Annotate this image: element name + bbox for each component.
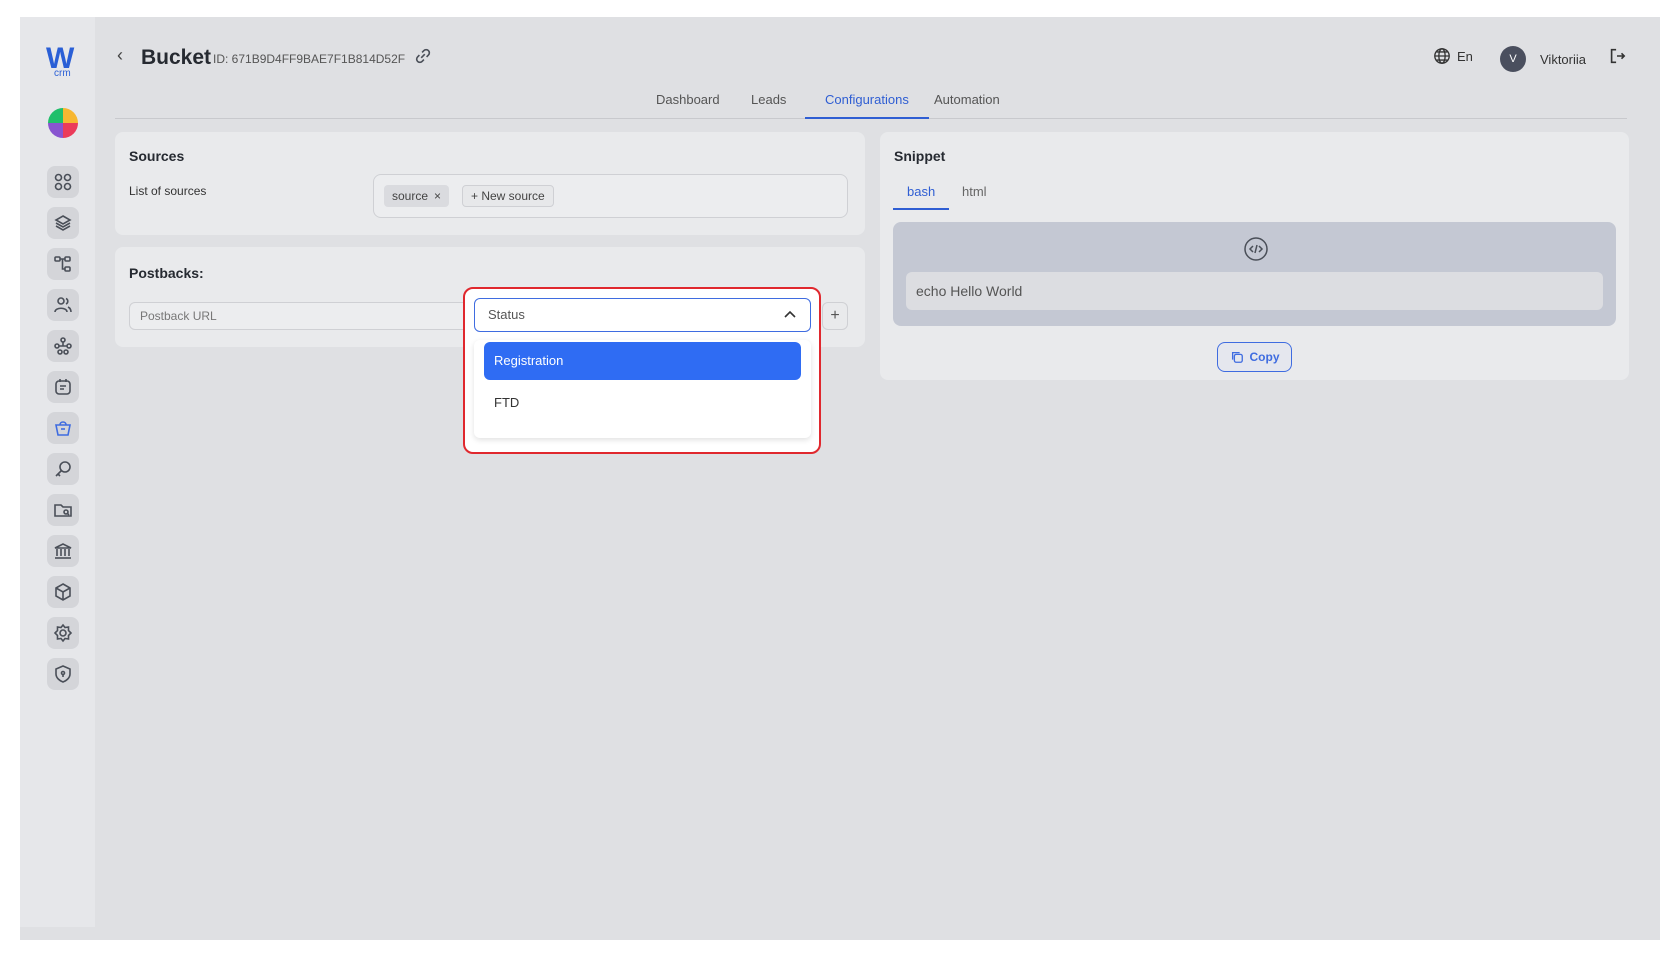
status-option-ftd[interactable]: FTD [484,384,801,422]
bank-icon[interactable] [47,535,79,567]
code-block: echo Hello World [893,222,1616,326]
tab-dashboard[interactable]: Dashboard [656,89,720,119]
copy-button[interactable]: Copy [1217,342,1292,372]
status-dropdown-panel: Status Registration FTD [463,287,821,454]
basket-icon[interactable] [47,412,79,444]
globe-icon [1434,48,1450,64]
link-icon[interactable] [414,47,432,65]
code-icon [1244,237,1268,261]
sources-card: Sources List of sources source × + New s… [115,132,865,235]
list-of-sources-label: List of sources [129,184,207,198]
tab-leads[interactable]: Leads [751,89,786,119]
logout-icon[interactable] [1608,47,1626,65]
copy-icon [1231,351,1243,363]
source-chip-label: source [392,189,429,203]
users-icon[interactable] [47,289,79,321]
hierarchy-icon[interactable] [47,248,79,280]
tab-automation[interactable]: Automation [934,89,1000,119]
folder-search-icon[interactable] [47,494,79,526]
network-icon[interactable] [47,330,79,362]
source-chip[interactable]: source × [384,185,450,207]
snippet-tab-bash[interactable]: bash [893,184,950,210]
status-option-registration[interactable]: Registration [484,342,801,380]
shield-icon[interactable] [47,658,79,690]
app-frame: Wcrm ‹ Bucket ID: 671B9D4FF9BAE7F1B814D5… [20,17,1660,940]
status-select[interactable]: Status [474,298,811,332]
code-text: echo Hello World [906,272,1603,310]
new-source-button[interactable]: + New source [462,185,554,207]
bucket-id: ID: 671B9D4FF9BAE7F1B814D52F [213,52,406,66]
colorful-pie-icon[interactable] [48,108,78,138]
cube-icon[interactable] [47,576,79,608]
sources-input[interactable]: source × + New source [373,174,848,218]
key-search-icon[interactable] [47,453,79,485]
layers-icon[interactable] [47,207,79,239]
sources-title: Sources [129,148,185,164]
back-chevron-icon[interactable]: ‹ [117,45,123,66]
avatar[interactable]: V [1500,46,1526,72]
snippet-title: Snippet [894,148,946,164]
add-postback-button[interactable]: + [822,302,848,330]
language-switcher[interactable]: En [1433,47,1473,65]
new-source-label: + New source [471,189,545,203]
page-title: Bucket [141,46,212,69]
postback-url-input[interactable]: Postback URL [129,302,469,330]
document-badge-icon[interactable] [47,371,79,403]
snippet-tab-html[interactable]: html [962,184,987,210]
dashboard-grid-icon[interactable] [47,166,79,198]
postbacks-title: Postbacks: [129,265,204,281]
remove-chip-icon[interactable]: × [434,185,441,207]
w-crm-logo[interactable]: Wcrm [44,42,84,82]
chevron-up-icon [784,310,796,318]
main-tabs: Dashboard Leads Configurations Automatio… [115,89,1627,119]
copy-label: Copy [1249,350,1280,364]
status-options-list: Registration FTD [474,340,811,438]
sidebar: Wcrm [20,17,95,927]
username[interactable]: Viktoriia [1540,52,1586,67]
snippet-card: Snippet bash html echo Hello World Copy [880,132,1629,380]
status-select-value: Status [488,307,525,322]
tab-configurations[interactable]: Configurations [805,89,929,119]
language-label: En [1457,48,1473,64]
settings-gear-icon[interactable] [47,617,79,649]
